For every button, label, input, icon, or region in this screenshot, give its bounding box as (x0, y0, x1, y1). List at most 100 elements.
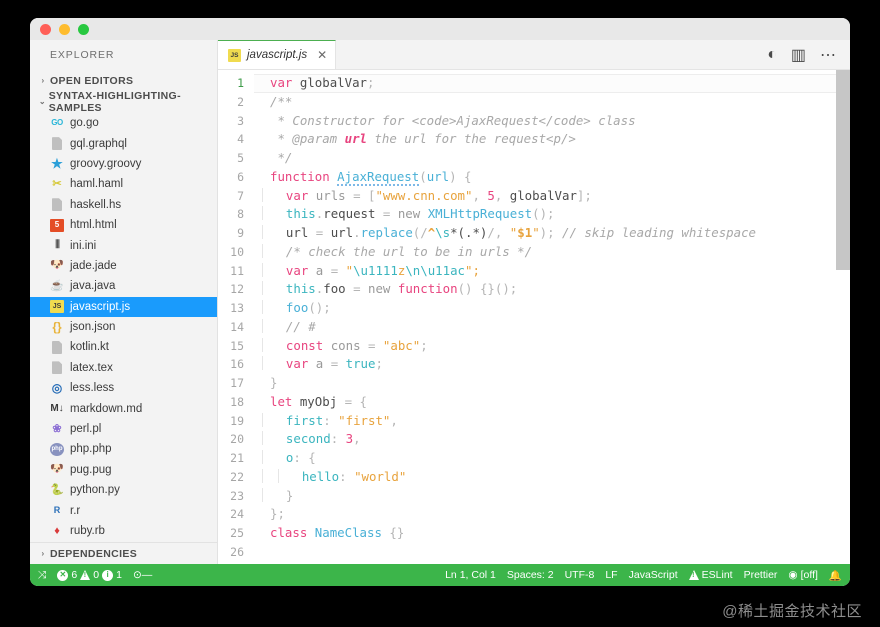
file-item-r-r[interactable]: Rr.r (30, 500, 217, 520)
scrollbar-thumb[interactable] (836, 70, 850, 270)
file-item-python-py[interactable]: 🐍 python.py (30, 480, 217, 500)
less-file-icon: ◎ (51, 381, 63, 396)
code-line[interactable]: 9 url = url.replace(/^\s*(.*)/, "$1"); /… (218, 224, 850, 243)
file-item-haml-haml[interactable]: ✂ haml.haml (30, 174, 217, 194)
file-item-php-php[interactable]: php php.php (30, 439, 217, 459)
editor-tabbar: JS javascript.js ✕ ◐ ▥ ⋯ (218, 40, 850, 70)
line-source: first: "first", (254, 412, 398, 431)
file-item-gql-graphql[interactable]: gql.graphql (30, 133, 217, 153)
file-item-jade-jade[interactable]: 🐶 jade.jade (30, 256, 217, 276)
language-mode[interactable]: JavaScript (629, 569, 678, 581)
file-item-groovy-groovy[interactable]: ★ groovy.groovy (30, 154, 217, 174)
minimize-window-button[interactable] (59, 23, 70, 35)
code-line[interactable]: 2 /** (218, 93, 850, 112)
eol-sequence[interactable]: LF (605, 569, 617, 581)
code-line[interactable]: 3 * Constructor for <code>AjaxRequest</c… (218, 112, 850, 131)
tab-javascript-js[interactable]: JS javascript.js ✕ (218, 40, 337, 69)
toggle-diff-icon[interactable]: ◐ (767, 46, 777, 64)
file-item-ini-ini[interactable]: ⫴ ini.ini (30, 235, 217, 255)
code-line[interactable]: 26 (218, 543, 850, 562)
code-line[interactable]: 6 function AjaxRequest(url) { (218, 168, 850, 187)
radio-tower-indicator[interactable]: ⊙― (133, 569, 152, 581)
code-line[interactable]: 13 foo(); (218, 299, 850, 318)
code-token: = { (344, 393, 367, 409)
encoding[interactable]: UTF-8 (565, 569, 595, 581)
more-actions-icon[interactable]: ⋯ (820, 45, 836, 65)
code-line[interactable]: 15 const cons = "abc"; (218, 337, 850, 356)
code-line[interactable]: 18 let myObj = { (218, 393, 850, 412)
code-line[interactable]: 16 var a = true; (218, 355, 850, 374)
maximize-window-button[interactable] (78, 23, 89, 35)
code-token: abc (315, 563, 337, 565)
file-item-haskell-hs[interactable]: haskell.hs (30, 195, 217, 215)
code-line[interactable]: 23 } (218, 487, 850, 506)
code-line[interactable]: 24}; (218, 505, 850, 524)
code-token: ({ (292, 563, 314, 565)
code-line[interactable]: 25 class NameClass {} (218, 524, 850, 543)
screencast-mode[interactable]: ◉ [off] (788, 569, 818, 581)
code-content[interactable]: 1 var globalVar; 2 /** 3 * Constructor for <… (218, 70, 850, 564)
code-line[interactable]: 5 */ (218, 149, 850, 168)
indentation[interactable]: Spaces: 2 (507, 569, 554, 581)
line-number: 1 (237, 76, 244, 90)
section-dependencies[interactable]: › DEPENDENCIES (30, 542, 217, 564)
file-item-latex-tex[interactable]: latex.tex (30, 358, 217, 378)
prettier-status[interactable]: Prettier (744, 569, 778, 581)
code-editor[interactable]: 1 var globalVar; 2 /** 3 * Constructor for <… (218, 70, 850, 564)
line-source: o: { (254, 449, 316, 468)
code-line[interactable]: 27foo({ abc: "abcde" }); (218, 562, 850, 565)
line-number: 13 (230, 301, 244, 315)
json-file-icon: {} (52, 320, 62, 335)
close-icon[interactable]: ✕ (317, 48, 327, 62)
code-token: (); (532, 206, 555, 222)
file-item-kotlin-kt[interactable]: kotlin.kt (30, 337, 217, 357)
editor-vertical-scrollbar[interactable] (836, 70, 850, 564)
section-open-editors[interactable]: › OPEN EDITORS (30, 70, 217, 91)
indent-guide (262, 337, 263, 352)
code-line[interactable]: 19 first: "first", (218, 412, 850, 431)
line-source: let myObj = { (254, 393, 367, 412)
line-source: }; (254, 505, 285, 524)
file-item-pug-pug[interactable]: 🐶 pug.pug (30, 460, 217, 480)
file-item-javascript-js[interactable]: JS javascript.js (30, 296, 217, 317)
split-editor-icon[interactable]: ▥ (791, 45, 806, 65)
notifications-bell-icon[interactable]: 🔔 (829, 569, 842, 582)
code-line[interactable]: 4 * @param url the url for the request<p… (218, 130, 850, 149)
file-item-perl-pl[interactable]: ❀ perl.pl (30, 419, 217, 439)
indent-guide (262, 281, 263, 296)
eslint-status[interactable]: ESLint (688, 569, 733, 581)
code-line[interactable]: 14 // # (218, 318, 850, 337)
code-line[interactable]: 12 this.foo = new function() {}(); (218, 280, 850, 299)
code-line[interactable]: 8 this.request = new XMLHttpRequest(); (218, 205, 850, 224)
line-source: this.foo = new function() {}(); (254, 280, 517, 299)
file-item-markdown-md[interactable]: M↓ markdown.md (30, 398, 217, 418)
code-line[interactable]: 17} (218, 374, 850, 393)
code-line[interactable]: 22 hello: "world" (218, 468, 850, 487)
code-line[interactable]: 7 var urls = ["www.cnn.com", 5, globalVa… (218, 187, 850, 206)
code-token: \s (435, 225, 451, 240)
close-window-button[interactable] (40, 23, 51, 35)
file-item-less-less[interactable]: ◎ less.less (30, 378, 217, 398)
file-item-json-json[interactable]: {} json.json (30, 317, 217, 337)
code-line[interactable]: 20 second: 3, (218, 430, 850, 449)
file-item-html-html[interactable]: 5 html.html (30, 215, 217, 235)
file-item-java-java[interactable]: ☕ java.java (30, 276, 217, 296)
code-token: , (390, 412, 398, 428)
code-line[interactable]: 11 var a = "\u1111z\n\u11ac"; (218, 262, 850, 281)
error-count[interactable]: ✕ 6 0 i 1 (57, 569, 122, 581)
section-syntax-highlighting-samples[interactable]: ⌄ SYNTAX-HIGHLIGHTING-SAMPLES (30, 90, 217, 114)
code-line[interactable]: 1 var globalVar; (218, 74, 850, 93)
code-line[interactable]: 10 /* check the url to be in urls */ (218, 243, 850, 262)
section-dependencies-label: DEPENDENCIES (50, 547, 138, 560)
window-body: EXPLORER › OPEN EDITORS ⌄ SYNTAX-HIGHLIG… (30, 40, 850, 564)
remote-window-indicator[interactable]: ⤨ (38, 569, 46, 582)
code-token: /** (270, 93, 293, 109)
file-item-go-go[interactable]: GO go.go (30, 113, 217, 133)
code-line[interactable]: 21 o: { (218, 449, 850, 468)
explorer-sidebar: EXPLORER › OPEN EDITORS ⌄ SYNTAX-HIGHLIG… (30, 40, 218, 564)
file-item-ruby-rb[interactable]: ♦ ruby.rb (30, 521, 217, 541)
cursor-position[interactable]: Ln 1, Col 1 (445, 569, 496, 581)
